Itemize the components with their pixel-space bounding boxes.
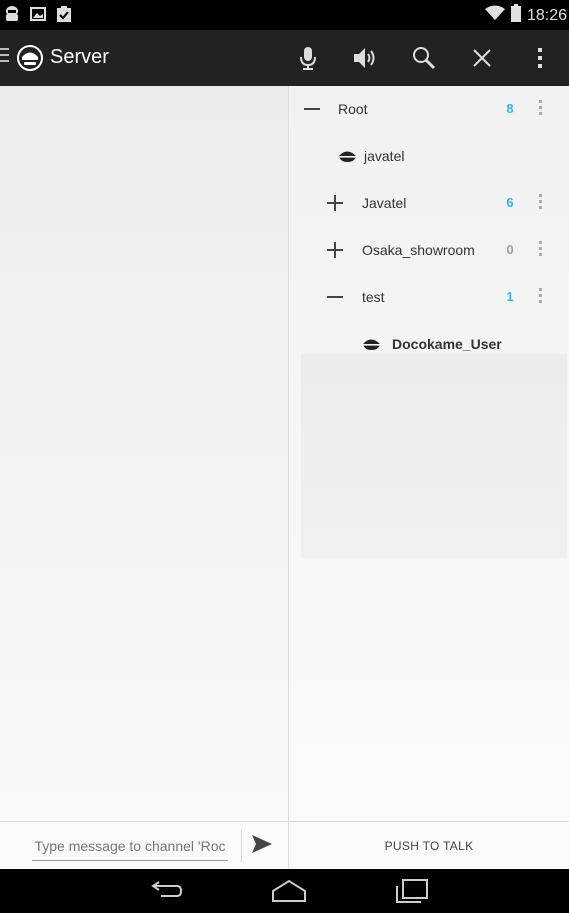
user-count: 0 — [506, 242, 514, 257]
overflow-menu-icon[interactable] — [539, 241, 543, 259]
channel-row-osaka-showroom[interactable]: Osaka_showroom 0 — [289, 227, 569, 274]
microphone-icon — [300, 47, 316, 70]
search-icon — [413, 47, 436, 70]
message-input[interactable]: Type message to channel 'Roc — [32, 832, 228, 861]
expand-icon[interactable] — [326, 194, 344, 212]
close-button[interactable] — [453, 30, 511, 86]
divider — [241, 830, 242, 862]
drawer-indicator-icon[interactable] — [0, 48, 9, 66]
channel-label: Osaka_showroom — [362, 242, 475, 258]
clock: 18:26 — [526, 6, 567, 24]
back-button[interactable] — [145, 877, 185, 905]
overflow-menu-icon — [538, 48, 542, 68]
chat-pane: Type message to channel 'Roc — [0, 86, 289, 869]
collapse-icon[interactable] — [326, 288, 344, 306]
channel-row-test[interactable]: test 1 — [289, 274, 569, 321]
speaker-button[interactable] — [337, 30, 395, 86]
user-count: 6 — [506, 195, 514, 210]
back-icon — [151, 881, 183, 897]
home-icon — [272, 879, 306, 902]
user-talk-icon — [338, 148, 357, 163]
page-title: Server — [50, 46, 109, 68]
action-bar: Server — [0, 30, 569, 86]
overflow-menu-button[interactable] — [511, 30, 569, 86]
clipboard-check-icon — [56, 5, 72, 28]
close-icon — [473, 49, 491, 67]
app-logo-icon[interactable] — [16, 44, 44, 77]
recent-apps-icon — [396, 879, 428, 903]
user-label: Docokame_User — [392, 336, 502, 352]
speaker-icon — [354, 48, 375, 68]
send-icon — [252, 835, 272, 853]
battery-icon — [510, 4, 521, 27]
message-composer: Type message to channel 'Roc — [0, 821, 288, 869]
channel-label: test — [362, 289, 385, 305]
search-button[interactable] — [395, 30, 453, 86]
channel-tree-pane: Root 8 javatel Javatel 6 Osaka_showroom … — [289, 86, 569, 869]
overflow-menu-icon[interactable] — [539, 194, 543, 212]
user-row-javatel[interactable]: javatel — [289, 133, 569, 180]
overflow-menu-icon[interactable] — [539, 100, 543, 118]
push-to-talk-button[interactable]: PUSH TO TALK — [289, 821, 569, 869]
app-notification-icon — [4, 5, 20, 28]
microphone-button[interactable] — [279, 30, 337, 86]
user-label: javatel — [364, 148, 405, 164]
channel-row-root[interactable]: Root 8 — [289, 86, 569, 133]
expand-icon[interactable] — [326, 241, 344, 259]
overflow-menu-icon[interactable] — [539, 288, 543, 306]
image-icon — [30, 5, 46, 28]
user-talk-icon — [362, 336, 381, 351]
navigation-bar — [0, 869, 569, 913]
channel-label: Root — [338, 101, 368, 117]
recent-apps-button[interactable] — [392, 877, 432, 905]
channel-label: Javatel — [362, 195, 407, 211]
user-count: 1 — [506, 289, 514, 304]
collapse-icon[interactable] — [303, 100, 321, 118]
channel-row-javatel[interactable]: Javatel 6 — [289, 180, 569, 227]
status-bar: 18:26 — [0, 0, 569, 30]
send-button[interactable] — [250, 834, 278, 858]
empty-list-area — [301, 354, 567, 558]
home-button[interactable] — [269, 877, 309, 905]
user-count: 8 — [506, 101, 514, 116]
wifi-icon — [484, 5, 505, 26]
